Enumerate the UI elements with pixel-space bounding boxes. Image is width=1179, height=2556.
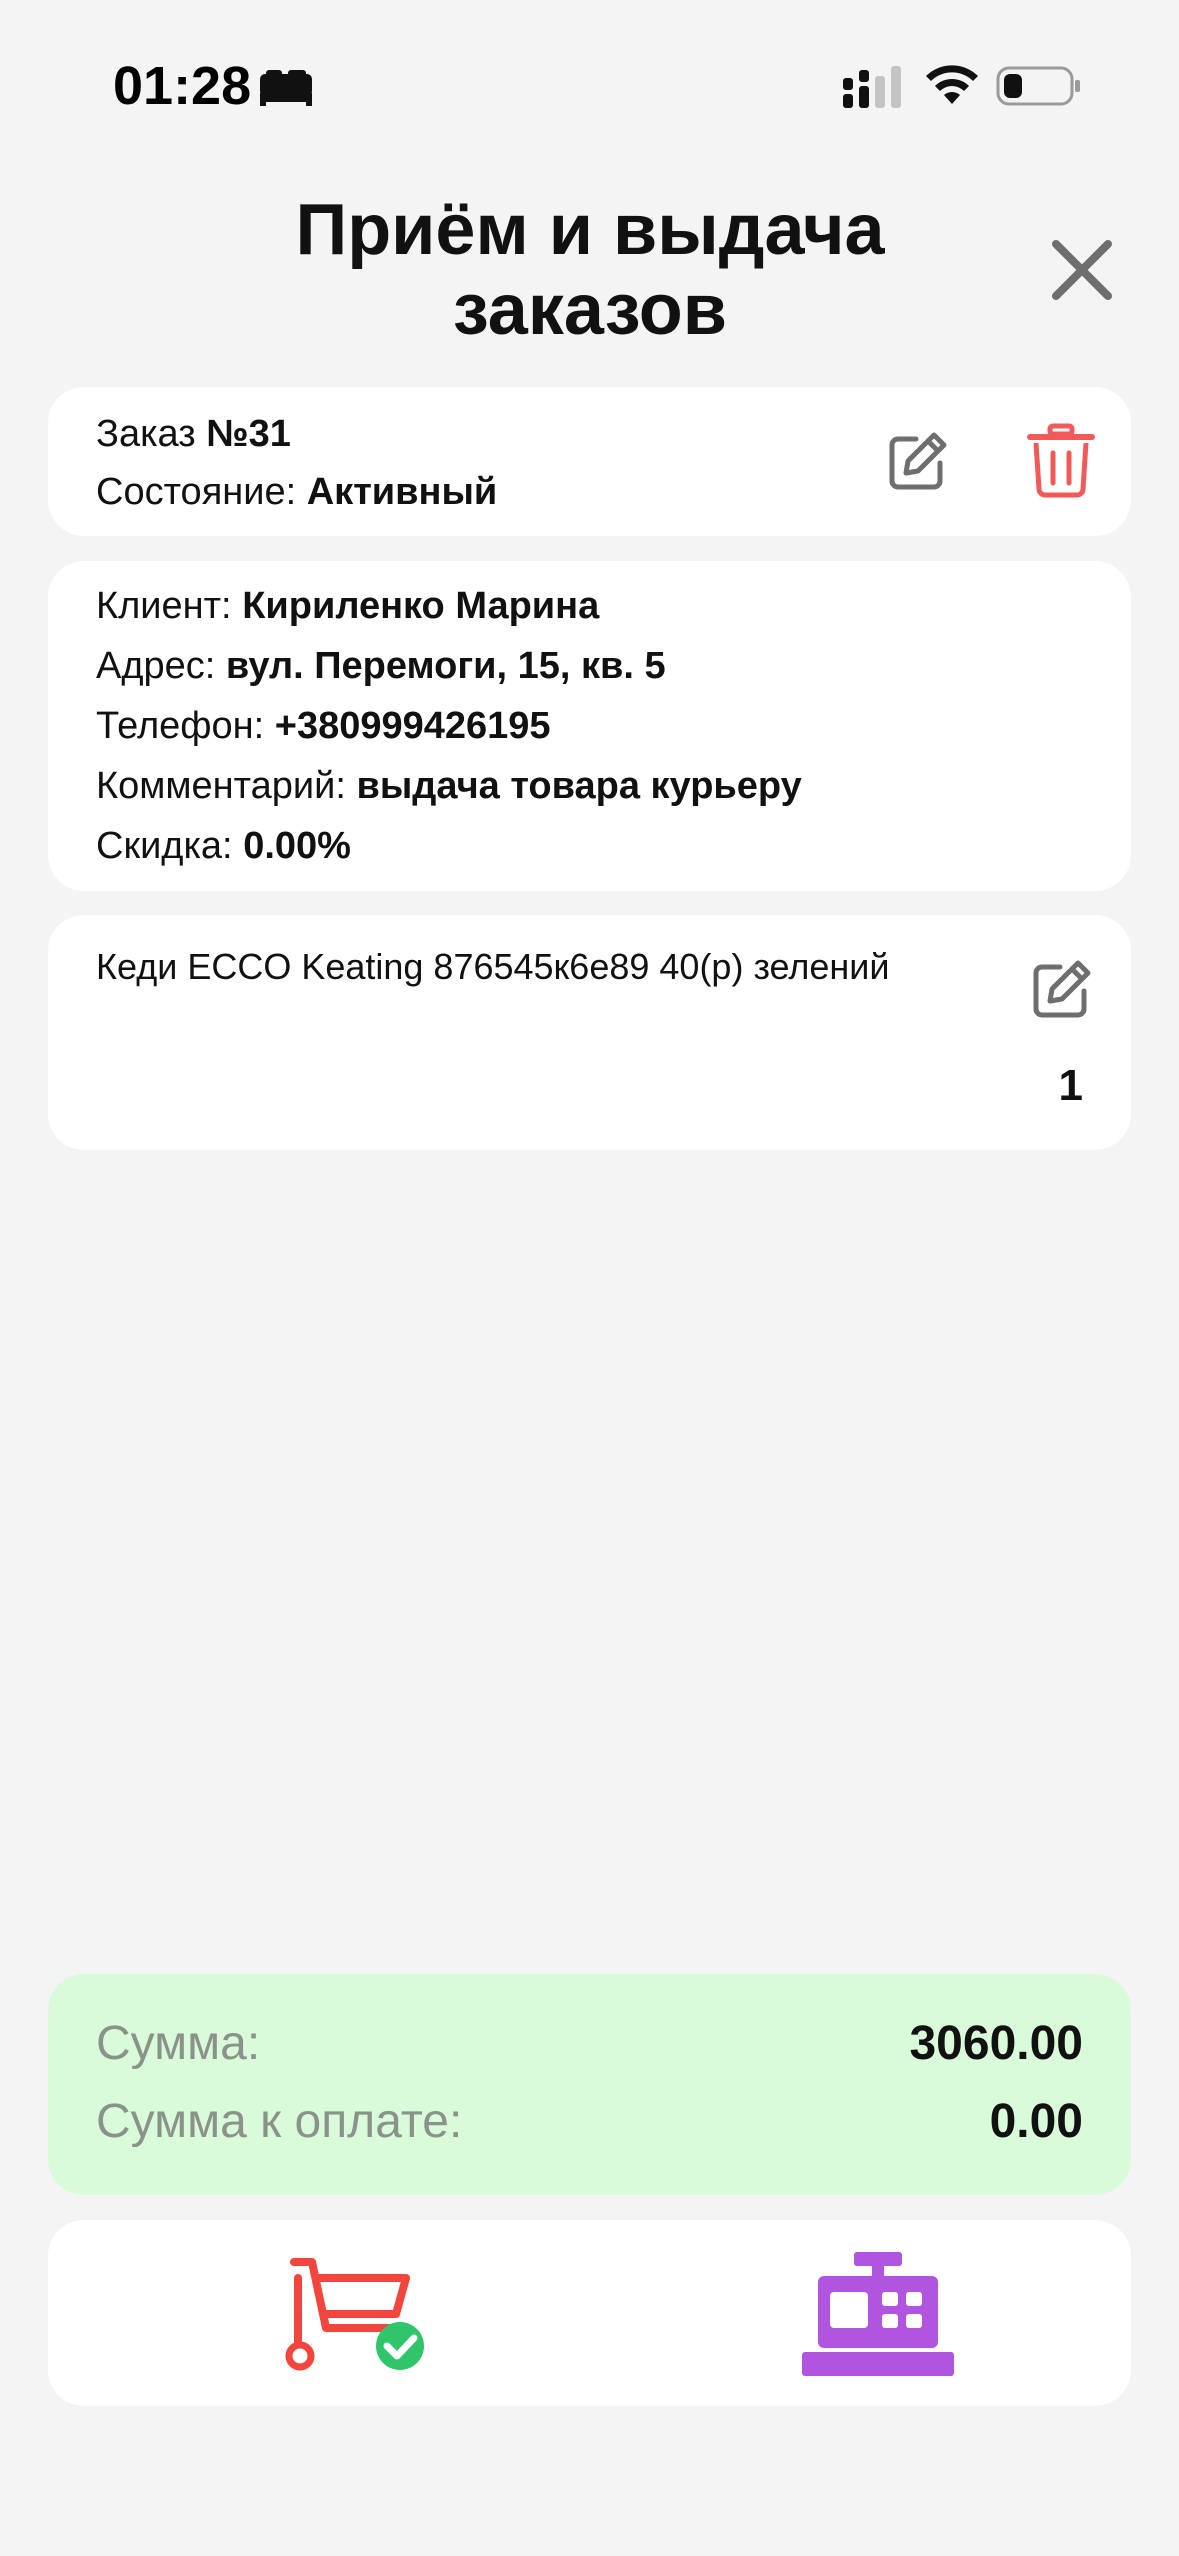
cellular-signal-icon [843, 66, 901, 108]
order-state-value: Активный [306, 471, 498, 513]
client-name-value: Кириленко Марина [242, 585, 600, 627]
order-label: Заказ [96, 413, 207, 455]
client-address-value: вул. Перемоги, 15, кв. 5 [225, 645, 666, 687]
sum-label: Сумма: [96, 2017, 261, 2070]
client-name-label: Клиент: [96, 585, 243, 627]
client-discount-label: Скидка: [96, 825, 244, 867]
battery-icon [996, 66, 1080, 106]
wifi-icon [926, 65, 978, 104]
totals-card: Сумма: 3060.00 Сумма к оплате: 0.00 [48, 1974, 1131, 2195]
order-state-label: Состояние: [96, 471, 307, 513]
order-item-card[interactable]: Кеди ECCO Keating 876545к6е89 40(р) зеле… [48, 915, 1131, 1150]
client-address-label: Адрес: [96, 645, 226, 687]
client-comment-label: Комментарий: [96, 765, 357, 807]
order-card: Заказ №31 Состояние: Активный [48, 387, 1131, 536]
client-comment-line: Комментарий: выдача товара курьеру [96, 763, 802, 809]
edit-icon[interactable] [1030, 957, 1094, 1021]
edit-icon[interactable] [886, 429, 950, 493]
client-address-line: Адрес: вул. Перемоги, 15, кв. 5 [96, 643, 666, 689]
client-name-line: Клиент: Кириленко Марина [96, 583, 599, 629]
item-quantity: 1 [1058, 1061, 1083, 1110]
bed-icon [260, 70, 312, 106]
order-state-line: Состояние: Активный [96, 469, 497, 515]
status-bar: 01:28 [0, 0, 1179, 170]
trash-icon[interactable] [1026, 423, 1096, 499]
client-discount-value: 0.00% [243, 825, 351, 867]
client-phone-line: Телефон: +380999426195 [96, 703, 551, 749]
status-time: 01:28 [113, 56, 252, 116]
item-name: Кеди ECCO Keating 876545к6е89 40(р) зеле… [96, 946, 890, 987]
cash-register-icon[interactable] [798, 2248, 958, 2378]
action-bar [48, 2220, 1131, 2406]
order-number-line: Заказ №31 [96, 411, 291, 457]
sum-value: 3060.00 [909, 2017, 1083, 2070]
page-title: Приём и выдача заказов [295, 190, 885, 350]
order-number: №31 [206, 413, 291, 455]
client-discount-line: Скидка: 0.00% [96, 823, 351, 869]
client-comment-value: выдача товара курьеру [356, 765, 802, 807]
to-pay-value: 0.00 [989, 2095, 1083, 2148]
cart-check-icon[interactable] [274, 2248, 434, 2378]
client-phone-value: +380999426195 [274, 705, 551, 747]
client-card: Клиент: Кириленко Марина Адрес: вул. Пер… [48, 561, 1131, 891]
client-phone-label: Телефон: [96, 705, 275, 747]
close-icon[interactable] [1046, 234, 1118, 306]
to-pay-label: Сумма к оплате: [96, 2095, 463, 2148]
